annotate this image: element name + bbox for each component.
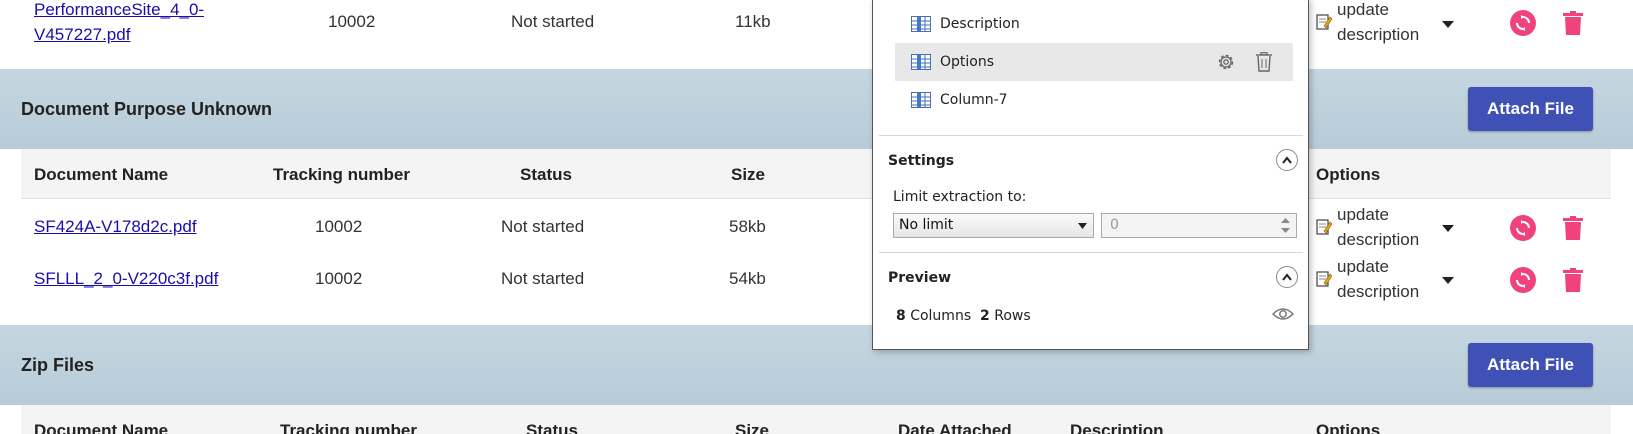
header-document-name: Document Name: [34, 421, 169, 434]
option-update-description[interactable]: update description: [1337, 0, 1419, 47]
status-text: Not started: [501, 217, 585, 236]
trash-icon[interactable]: [1563, 268, 1583, 292]
header-size: Size: [731, 165, 766, 184]
column-label: Description: [940, 16, 1020, 32]
tracking-number: 10002: [315, 269, 363, 288]
sync-icon: [1516, 272, 1530, 288]
header-date-attached: Date Attached: [898, 421, 1012, 434]
option-line1: update: [1337, 0, 1389, 19]
columns-count: 8: [896, 308, 906, 324]
status-text: Not started: [501, 269, 585, 288]
header-size: Size: [735, 421, 770, 434]
section-title: Zip Files: [21, 355, 95, 375]
tracking-number: 10002: [328, 12, 376, 31]
column-icon: [911, 92, 931, 108]
header-description: Description: [1070, 421, 1164, 434]
header-status: Status: [520, 165, 572, 184]
chevron-down-icon[interactable]: [1442, 277, 1454, 284]
rows-word: Rows: [994, 308, 1031, 324]
divider: [879, 252, 1303, 253]
column-icon: [911, 16, 931, 32]
column-icon: [911, 54, 931, 70]
file-size: 54kb: [729, 269, 766, 288]
sync-icon: [1516, 220, 1530, 236]
divider: [879, 135, 1303, 136]
table-header: Document Name Tracking number Status Siz…: [21, 149, 1611, 199]
chevron-up-icon: [1282, 156, 1292, 164]
spinner-icon[interactable]: [1281, 217, 1290, 234]
section-title: Document Purpose Unknown: [21, 99, 273, 119]
document-link-line2: V457227.pdf: [34, 25, 131, 44]
column-item-column-7[interactable]: Column-7: [895, 81, 1293, 119]
header-document-name: Document Name: [34, 165, 169, 184]
option-line2: description: [1337, 230, 1420, 249]
edit-icon[interactable]: [1316, 270, 1332, 288]
limit-select-value: No limit: [899, 217, 954, 233]
option-line2: description: [1337, 282, 1420, 301]
document-link[interactable]: SF424A-V178d2c.pdf: [34, 214, 197, 239]
settings-title: Settings: [888, 153, 955, 169]
preview-title: Preview: [888, 270, 952, 286]
limit-select[interactable]: No limit: [893, 213, 1094, 238]
section-header-zip: Zip Files Attach File: [0, 325, 1633, 405]
column-settings-popup: Description Options Column-7 Settings Li…: [872, 0, 1309, 350]
header-status: Status: [526, 421, 578, 434]
tracking-number: 10002: [315, 217, 363, 236]
option-line1: update: [1337, 205, 1389, 224]
sync-button[interactable]: [1510, 215, 1536, 241]
sync-button[interactable]: [1510, 267, 1536, 293]
edit-icon[interactable]: [1316, 218, 1332, 236]
document-link-line1: PerformanceSite_4_0-: [34, 0, 205, 19]
chevron-down-icon[interactable]: [1442, 225, 1454, 232]
sync-button[interactable]: [1510, 10, 1536, 36]
option-line1: update: [1337, 257, 1389, 276]
header-tracking-number: Tracking number: [273, 165, 410, 184]
trash-icon[interactable]: [1255, 52, 1273, 72]
option-update-description[interactable]: update description: [1337, 254, 1419, 304]
edit-icon[interactable]: [1316, 13, 1332, 31]
column-item-options[interactable]: Options: [895, 43, 1293, 81]
status-text: Not started: [511, 12, 595, 31]
column-label: Options: [940, 54, 995, 70]
preview-summary: 8 Columns 2 Rows: [896, 308, 1031, 324]
columns-word: Columns: [910, 308, 972, 324]
header-options: Options: [1316, 421, 1381, 434]
file-size: 11kb: [735, 12, 771, 31]
collapse-settings-button[interactable]: [1276, 149, 1298, 171]
chevron-down-icon: [1078, 223, 1087, 229]
header-tracking-number: Tracking number: [280, 421, 417, 434]
column-label: Column-7: [940, 92, 1008, 108]
header-options: Options: [1316, 165, 1381, 184]
chevron-up-icon: [1282, 273, 1292, 281]
column-item-description[interactable]: Description: [895, 5, 1293, 43]
chevron-down-icon[interactable]: [1442, 21, 1454, 28]
gear-icon[interactable]: [1216, 52, 1236, 72]
limit-number-value: 0: [1110, 217, 1119, 233]
attach-file-button[interactable]: Attach File: [1468, 87, 1593, 131]
document-link[interactable]: SFLLL_2_0-V220c3f.pdf: [34, 266, 218, 291]
sync-icon: [1516, 15, 1530, 31]
document-link[interactable]: PerformanceSite_4_0- V457227.pdf: [34, 0, 234, 47]
file-size: 58kb: [729, 217, 766, 236]
option-line2: description: [1337, 25, 1420, 44]
table-header: Document Name Tracking number Status Siz…: [21, 405, 1611, 434]
attach-file-button[interactable]: Attach File: [1468, 343, 1593, 387]
limit-extraction-label: Limit extraction to:: [893, 189, 1027, 205]
eye-icon[interactable]: [1272, 306, 1294, 322]
trash-icon[interactable]: [1563, 11, 1583, 35]
rows-count: 2: [980, 308, 990, 324]
section-header-unknown: Document Purpose Unknown Attach File: [0, 69, 1633, 149]
limit-number-input[interactable]: 0: [1101, 213, 1297, 238]
option-update-description[interactable]: update description: [1337, 202, 1419, 252]
trash-icon[interactable]: [1563, 216, 1583, 240]
collapse-preview-button[interactable]: [1276, 266, 1298, 288]
